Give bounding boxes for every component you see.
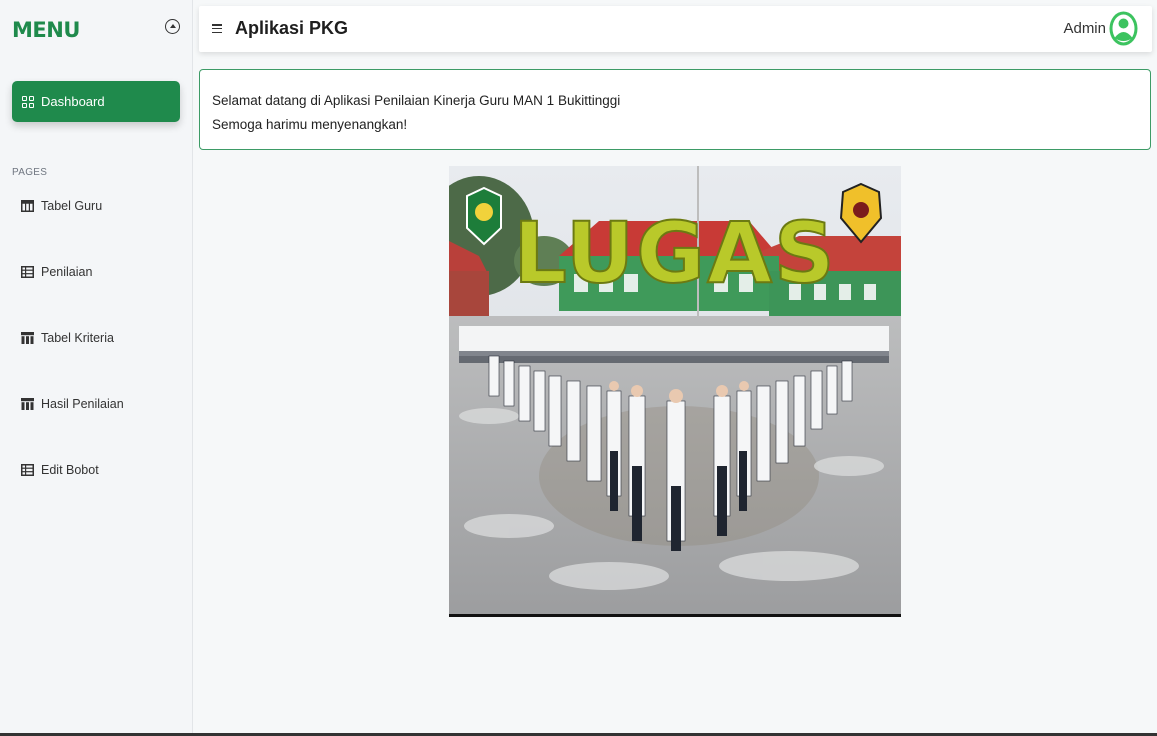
- top-navbar: Aplikasi PKG Admin: [199, 6, 1152, 52]
- hamburger-icon[interactable]: [212, 24, 222, 34]
- sidebar-item-penilaian[interactable]: Penilaian: [21, 265, 92, 279]
- dashboard-label: Dashboard: [41, 94, 105, 109]
- sidebar-item-dashboard[interactable]: Dashboard: [12, 81, 180, 122]
- sidebar-item-hasil-penilaian[interactable]: Hasil Penilaian: [21, 397, 124, 411]
- sidebar-title: MENU: [12, 18, 80, 42]
- sidebar-item-label: Tabel Guru: [41, 199, 103, 213]
- welcome-card: Selamat datang di Aplikasi Penilaian Kin…: [199, 69, 1151, 150]
- sidebar-item-label: Hasil Penilaian: [41, 397, 124, 411]
- sidebar-item-edit-bobot[interactable]: Edit Bobot: [21, 463, 99, 477]
- sidebar-header: MENU: [12, 18, 180, 46]
- pages-section-label: PAGES: [12, 167, 48, 178]
- welcome-message: Selamat datang di Aplikasi Penilaian Kin…: [212, 93, 621, 108]
- sidebar-item-tabel-guru[interactable]: Tabel Guru: [21, 199, 102, 213]
- table-columns-icon: [21, 398, 34, 410]
- user-name[interactable]: Admin: [1063, 20, 1106, 37]
- dashboard-icon: [22, 95, 34, 108]
- collapse-sidebar-icon[interactable]: [165, 19, 180, 34]
- sidebar: MENU Dashboard PAGES Tabel Guru Penilaia…: [0, 0, 193, 733]
- sidebar-item-label: Tabel Kriteria: [41, 331, 114, 345]
- app-title: Aplikasi PKG: [235, 18, 349, 38]
- banner-text: LUGAS: [513, 204, 836, 302]
- welcome-greeting: Semoga harimu menyenangkan!: [212, 117, 408, 132]
- user-avatar-icon[interactable]: [1109, 11, 1138, 46]
- table-columns-icon: [21, 332, 34, 344]
- table-icon: [21, 266, 34, 278]
- school-banner-image: LUGAS: [449, 166, 901, 617]
- sidebar-item-tabel-kriteria[interactable]: Tabel Kriteria: [21, 331, 114, 345]
- table-icon: [21, 200, 34, 212]
- table-icon: [21, 464, 34, 476]
- sidebar-item-label: Edit Bobot: [41, 463, 99, 477]
- sidebar-item-label: Penilaian: [41, 265, 93, 279]
